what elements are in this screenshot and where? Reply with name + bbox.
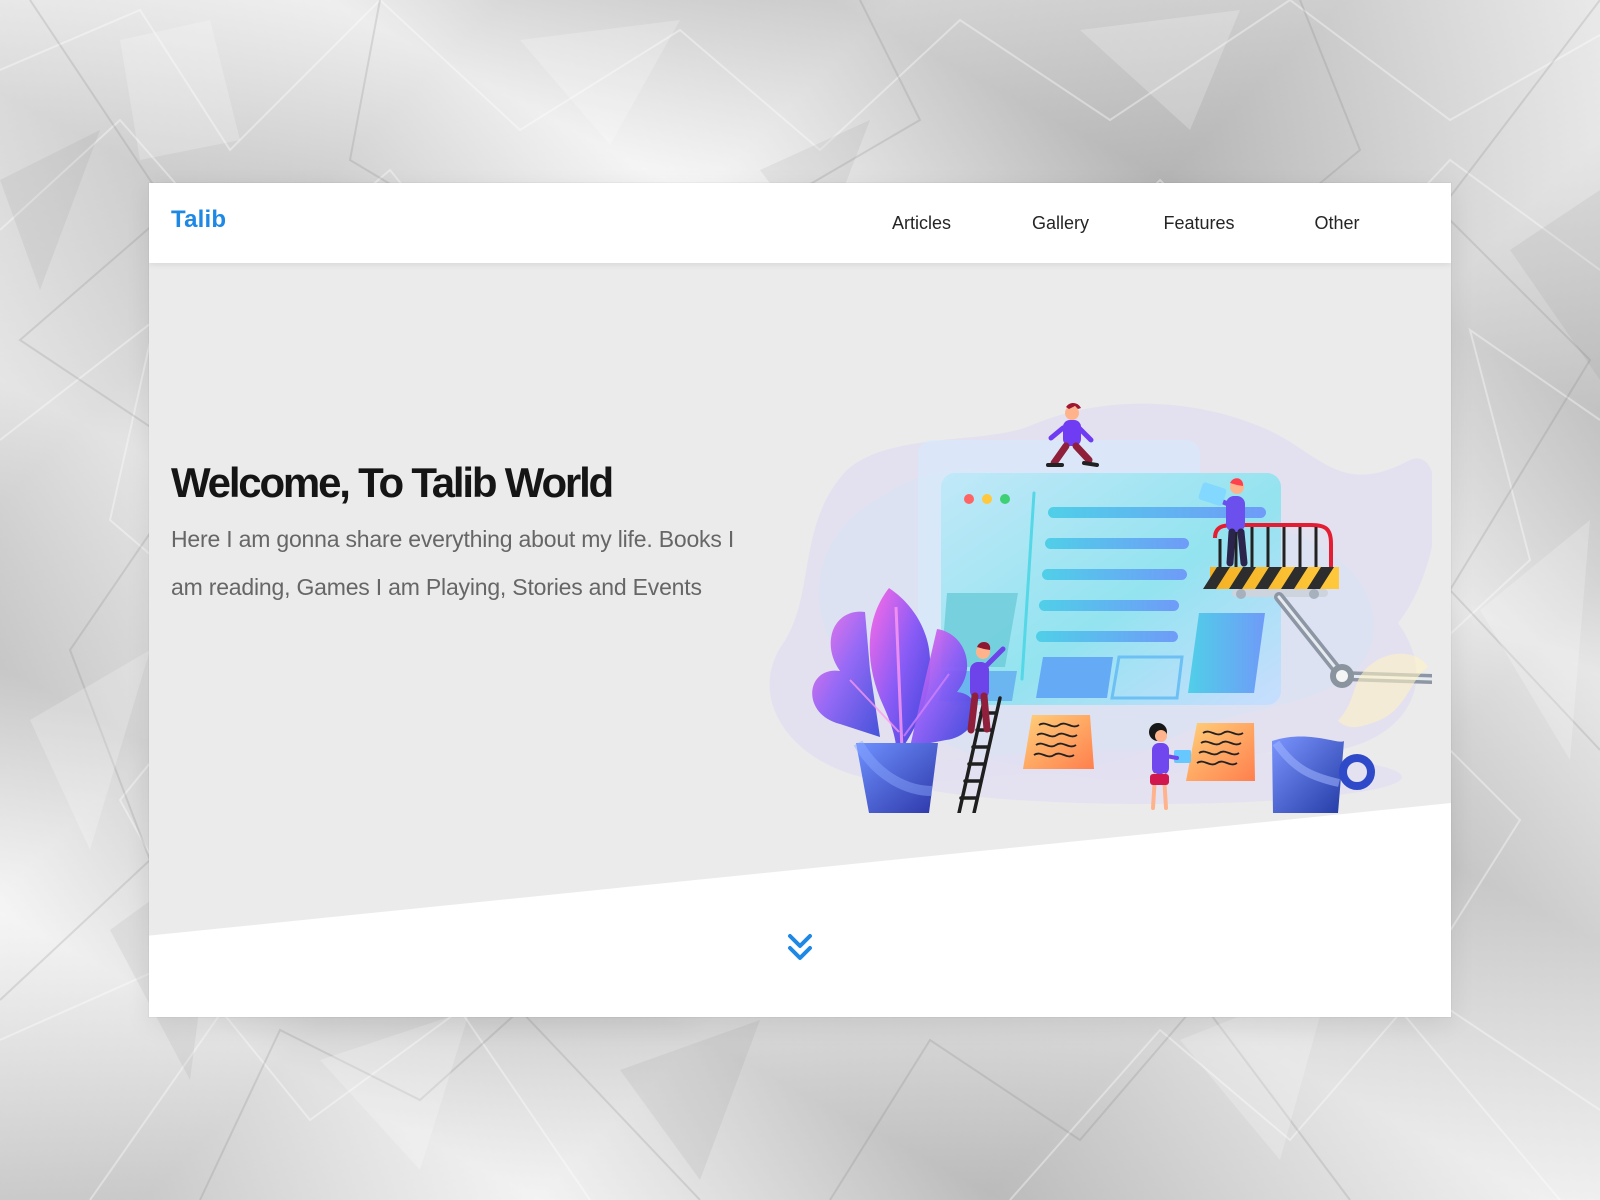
hero-title: Welcome, To Talib World — [171, 459, 614, 506]
website-building-illustration — [769, 402, 1432, 813]
double-chevron-down-icon[interactable] — [785, 931, 815, 965]
angled-section-divider — [149, 803, 1451, 1017]
top-navigation-bar: Talib Articles Gallery Features Other — [149, 183, 1451, 263]
homepage-card: Talib Articles Gallery Features Other We… — [149, 183, 1451, 1017]
main-navigation: Articles Gallery Features Other — [852, 183, 1406, 263]
nav-item-features[interactable]: Features — [1130, 214, 1268, 232]
nav-item-other[interactable]: Other — [1268, 214, 1406, 232]
nav-item-gallery[interactable]: Gallery — [991, 214, 1130, 232]
nav-item-articles[interactable]: Articles — [852, 214, 991, 232]
brand-logo[interactable]: Talib — [171, 206, 226, 234]
hero-copy: Welcome, To Talib World Here I am gonna … — [171, 459, 741, 611]
hero-description: Here I am gonna share everything about m… — [171, 526, 735, 601]
